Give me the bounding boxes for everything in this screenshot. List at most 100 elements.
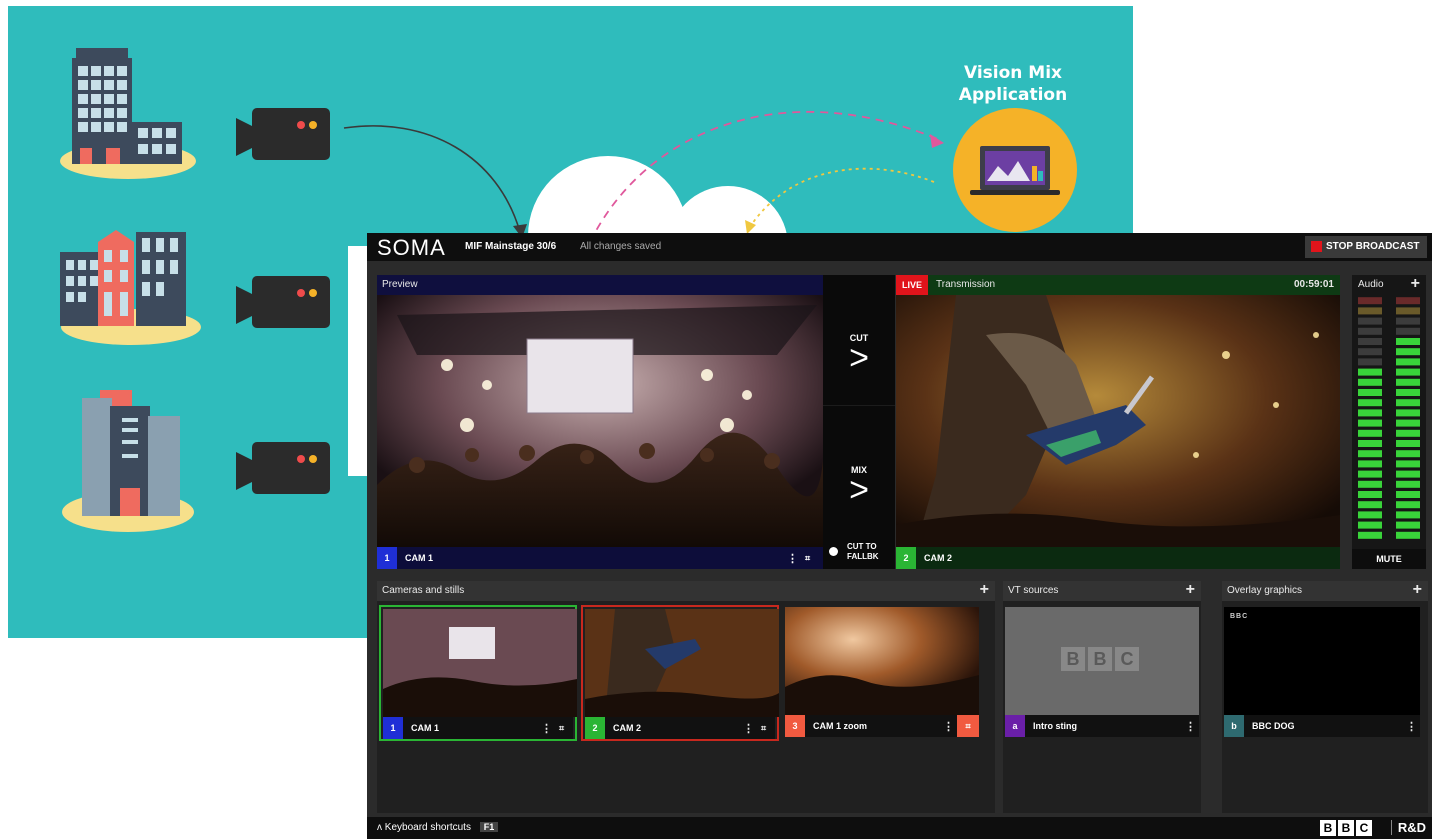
camera-icon-2 (236, 276, 330, 328)
mix-button[interactable]: MIX > (823, 445, 895, 525)
camera-thumb-1[interactable]: 1 CAM 1 ⋮ ⌗ (379, 605, 577, 741)
more-icon[interactable]: ⋮ (943, 720, 954, 733)
crop-icon[interactable]: ⌗ (957, 715, 979, 737)
audio-meter-segment (1358, 389, 1382, 396)
audio-meter-segment (1396, 297, 1420, 305)
transmission-video[interactable] (896, 295, 1340, 547)
more-icon[interactable]: ⋮ (541, 722, 552, 735)
camera-thumb-3[interactable]: 3 CAM 1 zoom ⋮ ⌗ (783, 605, 981, 741)
live-badge: LIVE (896, 275, 928, 295)
chevron-up-icon: ʌ (377, 822, 382, 833)
audio-meter-segment (1358, 450, 1382, 458)
crop-icon[interactable]: ⌗ (761, 723, 766, 734)
more-icon[interactable]: ⋮ (1185, 720, 1196, 733)
crop-icon[interactable]: ⌗ (805, 553, 810, 564)
audio-meter-segment (1396, 491, 1420, 498)
vision-mix-title: Vision Mix Application (958, 63, 1068, 105)
audio-meter-segment (1358, 327, 1382, 335)
f1-key-badge: F1 (479, 822, 499, 832)
audio-meter-segment (1396, 399, 1420, 407)
add-camera-plus-icon[interactable]: + (980, 581, 989, 599)
audio-meter-segment (1396, 389, 1420, 396)
soma-app-window: SOMA MIF Mainstage 30/6 All changes save… (367, 233, 1432, 839)
camera-thumb-1-bar: 1 CAM 1 ⋮ ⌗ (383, 717, 573, 739)
audio-meter-segment (1396, 440, 1420, 447)
transmission-cam-bar: 2 CAM 2 (896, 547, 1340, 569)
overlay-header: Overlay graphics + (1222, 581, 1428, 601)
camera-thumb-2-image (585, 609, 779, 717)
overlay-thumb-number: b (1224, 715, 1244, 737)
keyboard-shortcuts-toggle[interactable]: ʌ Keyboard shortcuts F1 (377, 822, 499, 833)
audio-meter-segment (1396, 307, 1420, 315)
audio-meter-segment (1358, 358, 1382, 366)
vt-thumb-bar: a Intro sting ⋮ (1005, 715, 1199, 737)
overlay-thumb-image: BBC (1224, 607, 1420, 715)
audio-meter-segment (1358, 368, 1382, 376)
cut-button[interactable]: CUT > (823, 313, 895, 393)
fallback-label: CUT TO FALLBK (847, 542, 879, 561)
audio-meter-segment (1358, 317, 1382, 325)
camera-thumb-3-bar: 3 CAM 1 zoom ⋮ ⌗ (785, 715, 979, 737)
audio-meter-segment (1396, 480, 1420, 488)
camera-thumb-2-bar: 2 CAM 2 ⋮ ⌗ (585, 717, 775, 739)
stop-broadcast-label: STOP BROADCAST (1326, 241, 1420, 252)
project-name[interactable]: MIF Mainstage 30/6 (465, 241, 556, 252)
audio-meter-segment (1358, 531, 1382, 539)
audio-meter-segment (1396, 470, 1420, 478)
bbc-logo: BBC (1318, 820, 1372, 836)
audio-meter-segment (1396, 501, 1420, 509)
save-status: All changes saved (580, 241, 662, 252)
audio-meter-segment (1396, 317, 1420, 325)
audio-meter-segment (1358, 470, 1382, 478)
audio-meter-segment (1396, 419, 1420, 427)
preview-video[interactable] (377, 295, 823, 547)
keyboard-shortcuts-label: Keyboard shortcuts (384, 822, 471, 833)
audio-meter-segment (1358, 399, 1382, 407)
camera-thumb-1-image (383, 609, 577, 717)
audio-meter-segment (1396, 511, 1420, 519)
transmission-cam-label: CAM 2 (924, 553, 953, 563)
audio-panel: Audio + MUTE (1352, 275, 1426, 569)
camera-thumb-2-label: CAM 2 (613, 723, 642, 733)
cut-to-fallback-button[interactable]: CUT TO FALLBK (823, 537, 895, 567)
building-icon-2 (60, 230, 186, 326)
vt-title: VT sources (1008, 585, 1059, 596)
transmission-timecode: 00:59:01 (1293, 279, 1334, 290)
add-audio-plus-icon[interactable]: + (1411, 275, 1420, 293)
audio-meter-segment (1396, 409, 1420, 417)
preview-header: Preview (377, 275, 823, 295)
bbc-logo-letter: B (1320, 820, 1336, 836)
top-bar: SOMA MIF Mainstage 30/6 All changes save… (367, 233, 1432, 261)
more-icon[interactable]: ⋮ (1406, 720, 1417, 733)
vt-header: VT sources + (1003, 581, 1201, 601)
audio-meter-segment (1396, 327, 1420, 335)
stop-broadcast-button[interactable]: STOP BROADCAST (1305, 236, 1427, 258)
vt-thumb-number: a (1005, 715, 1025, 737)
overlay-dog-text: BBC (1230, 613, 1249, 620)
camera-thumb-2[interactable]: 2 CAM 2 ⋮ ⌗ (581, 605, 779, 741)
camera-thumb-3-number: 3 (785, 715, 805, 737)
audio-meter-segment (1358, 460, 1382, 468)
more-icon[interactable]: ⋮ (743, 722, 754, 735)
audio-meter-segment (1358, 501, 1382, 509)
audio-meter-segment (1358, 511, 1382, 519)
audio-meter-segment (1358, 338, 1382, 345)
overlay-thumb[interactable]: BBC b BBC DOG ⋮ (1222, 605, 1422, 741)
audio-meter-segment (1396, 450, 1420, 458)
vt-thumb[interactable]: BBC a Intro sting ⋮ (1003, 605, 1201, 741)
camera-thumb-3-label: CAM 1 zoom (813, 721, 867, 731)
mix-chevron-icon: > (849, 471, 869, 509)
audio-meter-segment (1358, 491, 1382, 498)
camera-icon-1 (236, 108, 330, 160)
building-icon-3 (82, 390, 180, 516)
more-icon[interactable]: ⋮ (787, 552, 798, 565)
audio-meter-segment (1396, 378, 1420, 386)
audio-meter-segment (1358, 440, 1382, 447)
add-vt-plus-icon[interactable]: + (1186, 581, 1195, 599)
add-overlay-plus-icon[interactable]: + (1413, 581, 1422, 599)
mute-button[interactable]: MUTE (1352, 549, 1426, 569)
audio-meter-segment (1358, 480, 1382, 488)
vt-thumb-image: BBC (1005, 607, 1199, 715)
camera-thumb-1-label: CAM 1 (411, 723, 440, 733)
crop-icon[interactable]: ⌗ (559, 723, 564, 734)
